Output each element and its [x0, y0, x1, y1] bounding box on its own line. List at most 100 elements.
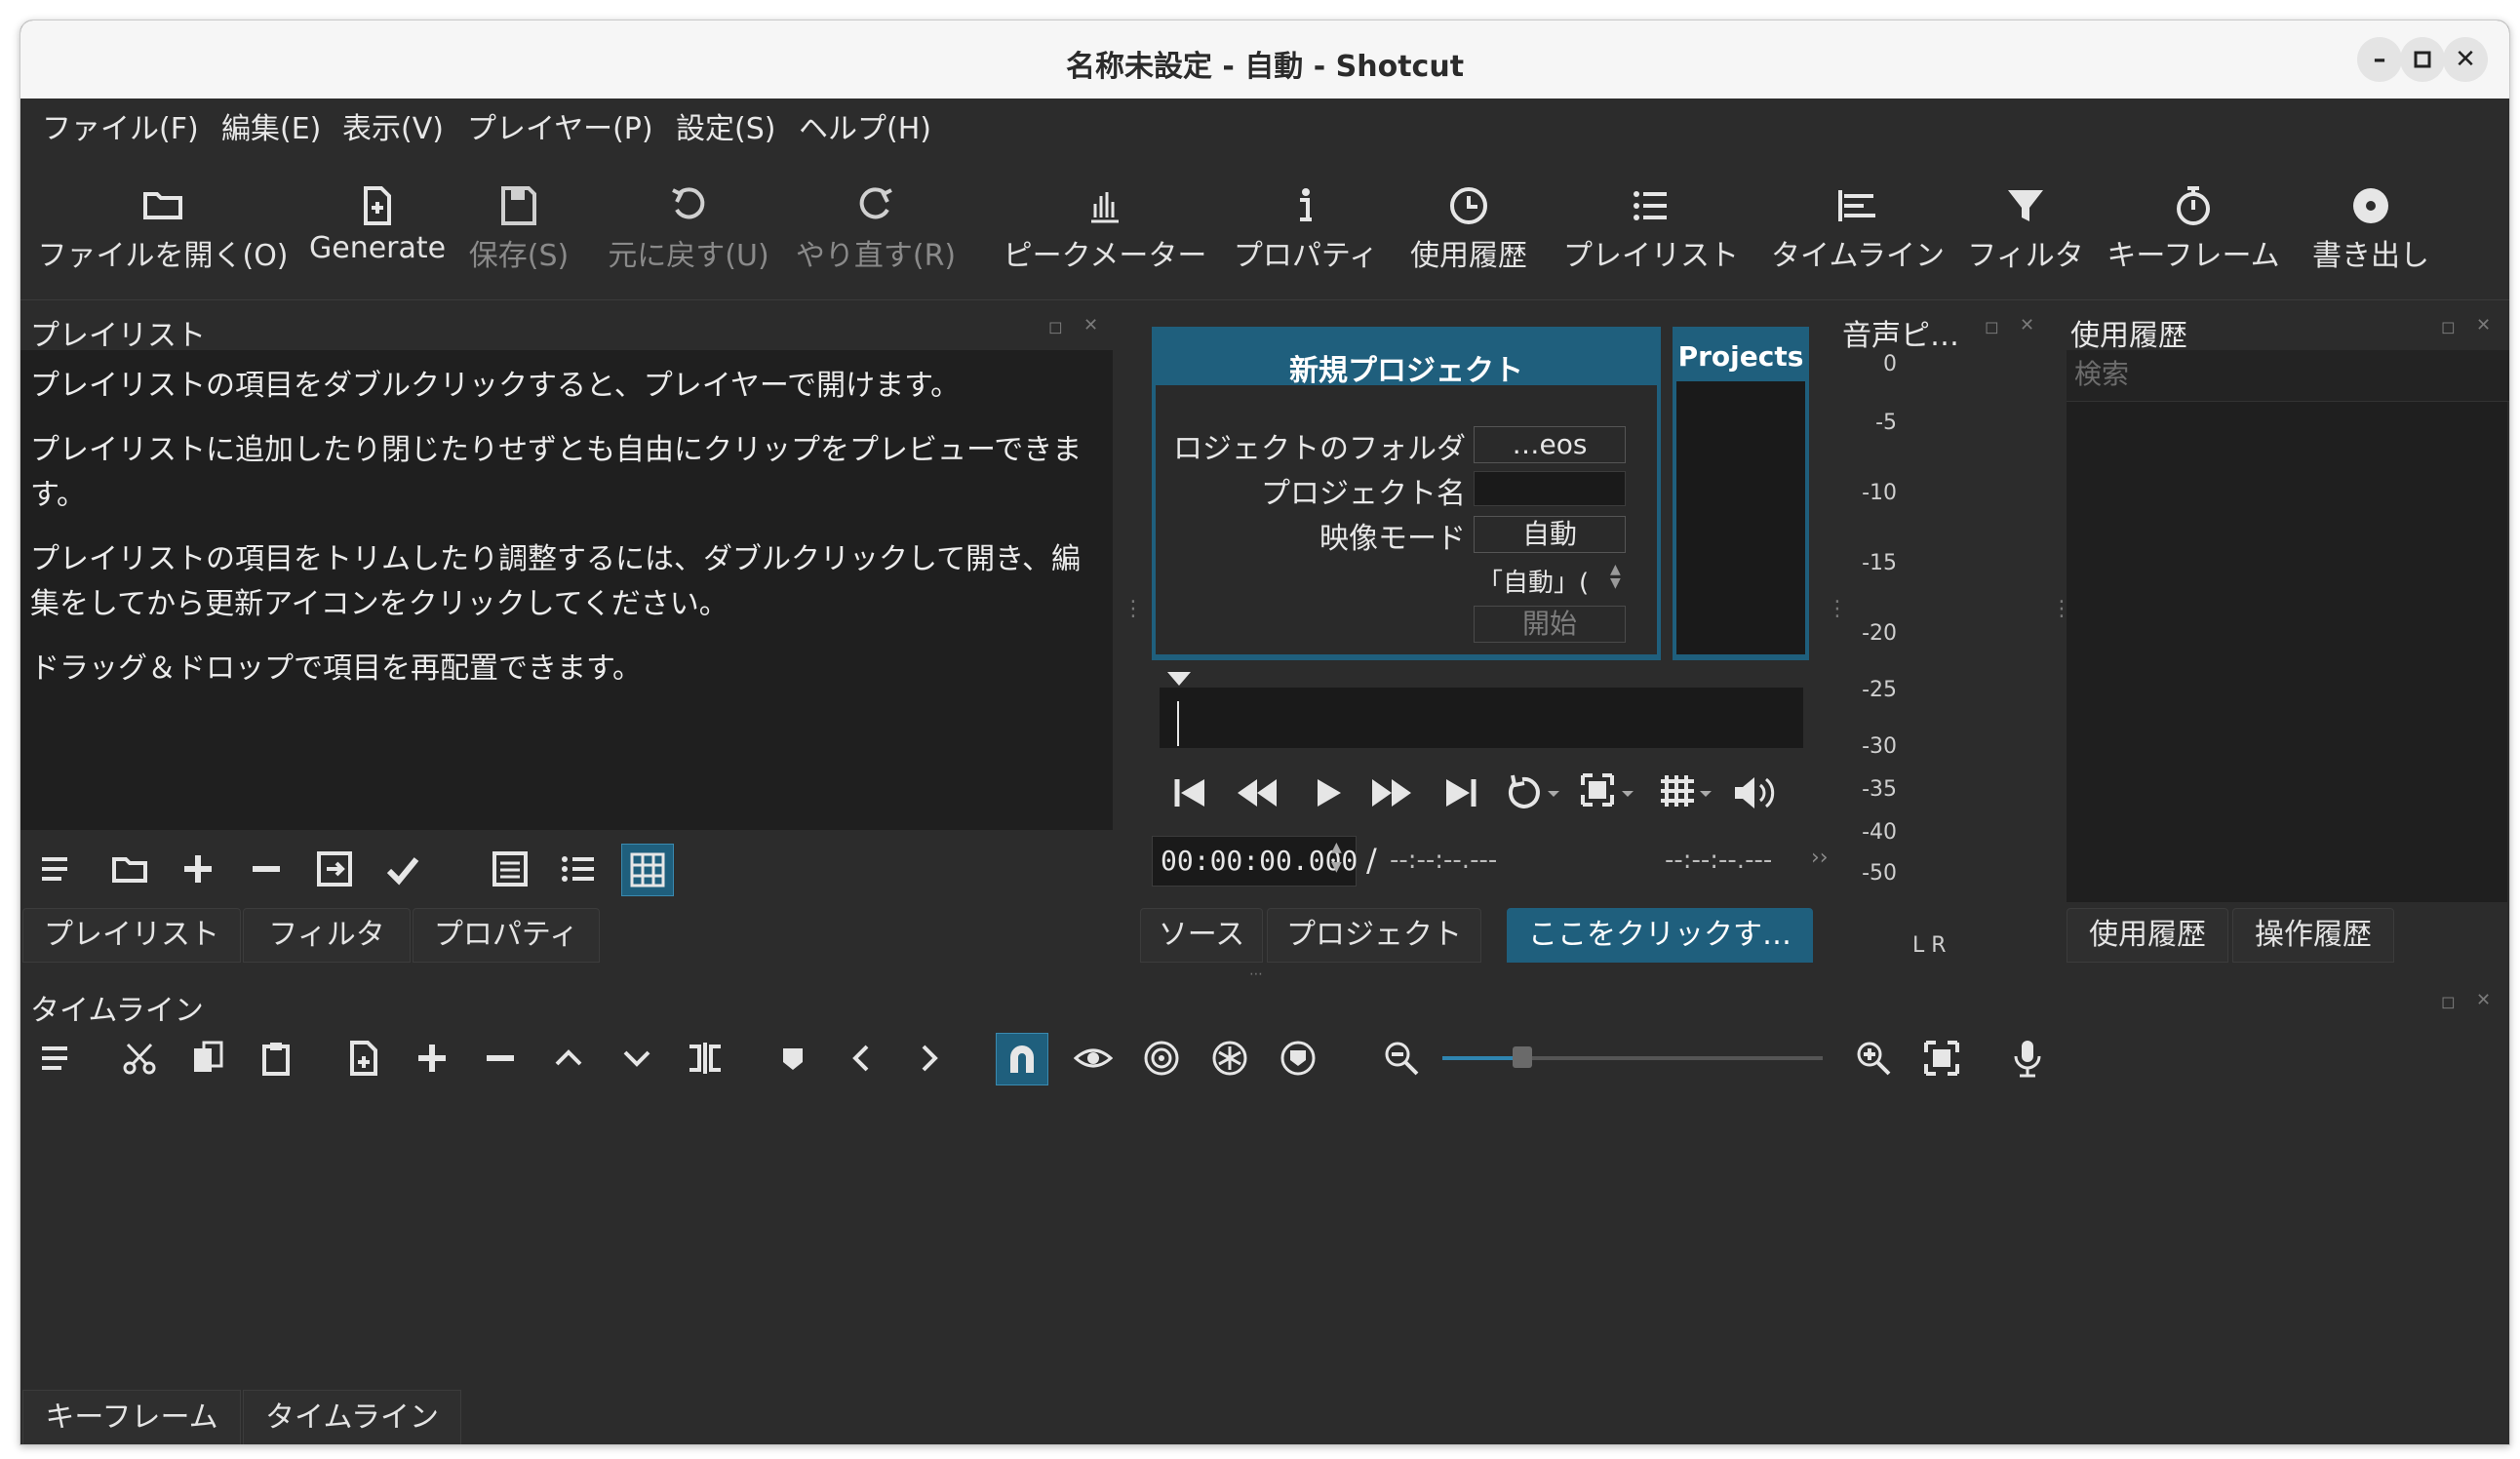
tab-keyframes[interactable]: キーフレーム — [22, 1390, 241, 1444]
timeline-menu-icon[interactable] — [30, 1033, 81, 1084]
audio-close-icon[interactable]: ✕ — [2020, 315, 2034, 335]
zoom-slider-thumb[interactable] — [1512, 1046, 1532, 1068]
tab-project[interactable]: プロジェクト — [1267, 908, 1481, 963]
timeline-float-icon[interactable]: ◻ — [2441, 992, 2456, 1012]
maximize-button[interactable] — [2400, 37, 2445, 82]
splitter-handle-left[interactable]: ⋮ — [1827, 599, 1848, 620]
timeline-add-icon[interactable] — [407, 1033, 457, 1084]
zoom-in-icon[interactable] — [1848, 1033, 1899, 1084]
more-chevron-icon[interactable]: ›› — [1811, 846, 1829, 870]
timecode-field[interactable]: 00:00:00.000 — [1152, 836, 1358, 887]
rewind-icon[interactable] — [1236, 775, 1279, 810]
menu-help[interactable]: ヘルプ(H) — [799, 104, 931, 147]
timecode-spinner[interactable]: ▲ ▼ — [1331, 838, 1342, 877]
recent-float-icon[interactable]: ◻ — [2441, 317, 2456, 337]
ripple-markers-icon[interactable] — [1273, 1033, 1323, 1084]
next-marker-icon[interactable] — [904, 1033, 955, 1084]
lift-icon[interactable] — [543, 1033, 594, 1084]
project-name-field[interactable] — [1474, 471, 1626, 506]
playlist-check-icon[interactable] — [377, 844, 428, 894]
tab-properties[interactable]: プロパティ — [413, 908, 600, 963]
timeline-track-area[interactable] — [20, 1093, 2509, 1401]
zoom-slider[interactable] — [1442, 1046, 1823, 1068]
redo-button[interactable]: やり直す(R) — [793, 184, 959, 274]
menu-edit[interactable]: 編集(E) — [221, 104, 321, 147]
playlist-float-icon[interactable]: ◻ — [1048, 317, 1063, 337]
splitter-handle-horizontal[interactable]: ⋯ — [1249, 966, 1263, 982]
skip-end-icon[interactable] — [1440, 775, 1479, 810]
recent-search-input[interactable]: 検索 — [2067, 350, 2509, 402]
playlist-grid-view-icon[interactable] — [621, 844, 674, 896]
note-scroll-arrows[interactable]: ▲ ▼ — [1610, 563, 1621, 590]
playlist-update-icon[interactable] — [309, 844, 360, 894]
playlist-panel[interactable]: プレイリストの項目をダブルクリックすると、プレイヤーで開けます。 プレイリストに… — [20, 350, 1113, 830]
recent-button[interactable]: 使用履歴 — [1396, 184, 1542, 274]
volume-icon[interactable] — [1731, 771, 1782, 814]
playlist-menu-icon[interactable] — [30, 844, 81, 894]
cut-icon[interactable] — [114, 1033, 165, 1084]
tab-filters[interactable]: フィルタ — [243, 908, 411, 963]
close-button[interactable]: ✕ — [2443, 37, 2488, 82]
timeline-button[interactable]: タイムライン — [1760, 184, 1955, 274]
prev-marker-icon[interactable] — [836, 1033, 886, 1084]
tab-timeline[interactable]: タイムライン — [243, 1390, 461, 1444]
ripple-all-icon[interactable] — [1204, 1033, 1255, 1084]
tab-playlist[interactable]: プレイリスト — [22, 908, 241, 963]
copy-icon[interactable] — [182, 1033, 233, 1084]
save-button[interactable]: 保存(S) — [465, 184, 572, 274]
generate-button[interactable]: Generate — [309, 184, 446, 265]
zoom-out-icon[interactable] — [1376, 1033, 1427, 1084]
open-file-button[interactable]: ファイルを開く(O) — [36, 184, 290, 274]
snap-magnet-icon[interactable] — [996, 1033, 1048, 1085]
playlist-close-icon[interactable]: ✕ — [1083, 315, 1098, 335]
menu-settings[interactable]: 設定(S) — [676, 104, 775, 147]
export-button[interactable]: 書き出し — [2303, 184, 2439, 274]
playlist-list-view-icon[interactable] — [553, 844, 604, 894]
overwrite-icon[interactable] — [611, 1033, 662, 1084]
ripple-icon[interactable] — [1136, 1033, 1187, 1084]
audio-float-icon[interactable]: ◻ — [1985, 317, 1999, 337]
skip-start-icon[interactable] — [1171, 775, 1210, 810]
keyframes-button[interactable]: キーフレーム — [2096, 184, 2291, 274]
projects-list[interactable] — [1676, 381, 1805, 654]
timeline-close-icon[interactable]: ✕ — [2476, 990, 2491, 1010]
minimize-button[interactable]: – — [2357, 37, 2402, 82]
project-folder-button[interactable]: …eos — [1474, 426, 1626, 463]
tab-recent[interactable]: 使用履歴 — [2067, 908, 2228, 963]
zoom-fit-timeline-icon[interactable] — [1916, 1033, 1967, 1084]
start-button[interactable]: 開始 — [1474, 606, 1626, 643]
stopwatch-icon — [2096, 184, 2291, 231]
append-icon[interactable] — [338, 1033, 389, 1084]
tab-history[interactable]: 操作履歴 — [2232, 908, 2394, 963]
playlist-open-icon[interactable] — [104, 844, 155, 894]
properties-button[interactable]: プロパティ — [1228, 184, 1384, 274]
undo-button[interactable]: 元に戻す(U) — [606, 184, 771, 274]
menu-view[interactable]: 表示(V) — [342, 104, 444, 147]
tab-source[interactable]: ソース — [1140, 908, 1263, 963]
playlist-details-view-icon[interactable] — [485, 844, 535, 894]
playlist-add-icon[interactable] — [173, 844, 223, 894]
video-mode-select[interactable]: 自動 — [1474, 516, 1626, 553]
menu-file[interactable]: ファイル(F) — [42, 104, 199, 147]
peak-meter-button[interactable]: ピークメーター — [988, 184, 1222, 274]
playlist-button[interactable]: プレイリスト — [1554, 184, 1749, 274]
play-icon[interactable] — [1310, 775, 1345, 810]
menu-player[interactable]: プレイヤー(P) — [467, 104, 653, 147]
filters-button[interactable]: フィルタ — [1967, 184, 2084, 274]
recent-close-icon[interactable]: ✕ — [2476, 315, 2491, 335]
grid-icon[interactable] — [1657, 771, 1719, 814]
timeline-remove-icon[interactable] — [475, 1033, 526, 1084]
fast-forward-icon[interactable] — [1370, 775, 1413, 810]
splitter-handle-playlist[interactable]: ⋮ — [1122, 599, 1144, 620]
playlist-remove-icon[interactable] — [241, 844, 292, 894]
loop-icon[interactable] — [1505, 771, 1563, 814]
scrub-eye-icon[interactable] — [1068, 1033, 1119, 1084]
tab-click-here[interactable]: ここをクリックす… — [1507, 908, 1813, 963]
split-icon[interactable] — [680, 1033, 730, 1084]
zoom-fit-icon[interactable] — [1579, 771, 1641, 814]
recent-panel[interactable]: 検索 — [2067, 350, 2509, 902]
paste-icon[interactable] — [251, 1033, 301, 1084]
marker-icon[interactable] — [768, 1033, 818, 1084]
record-audio-icon[interactable] — [2002, 1033, 2053, 1084]
scrub-bar[interactable] — [1152, 672, 1811, 754]
